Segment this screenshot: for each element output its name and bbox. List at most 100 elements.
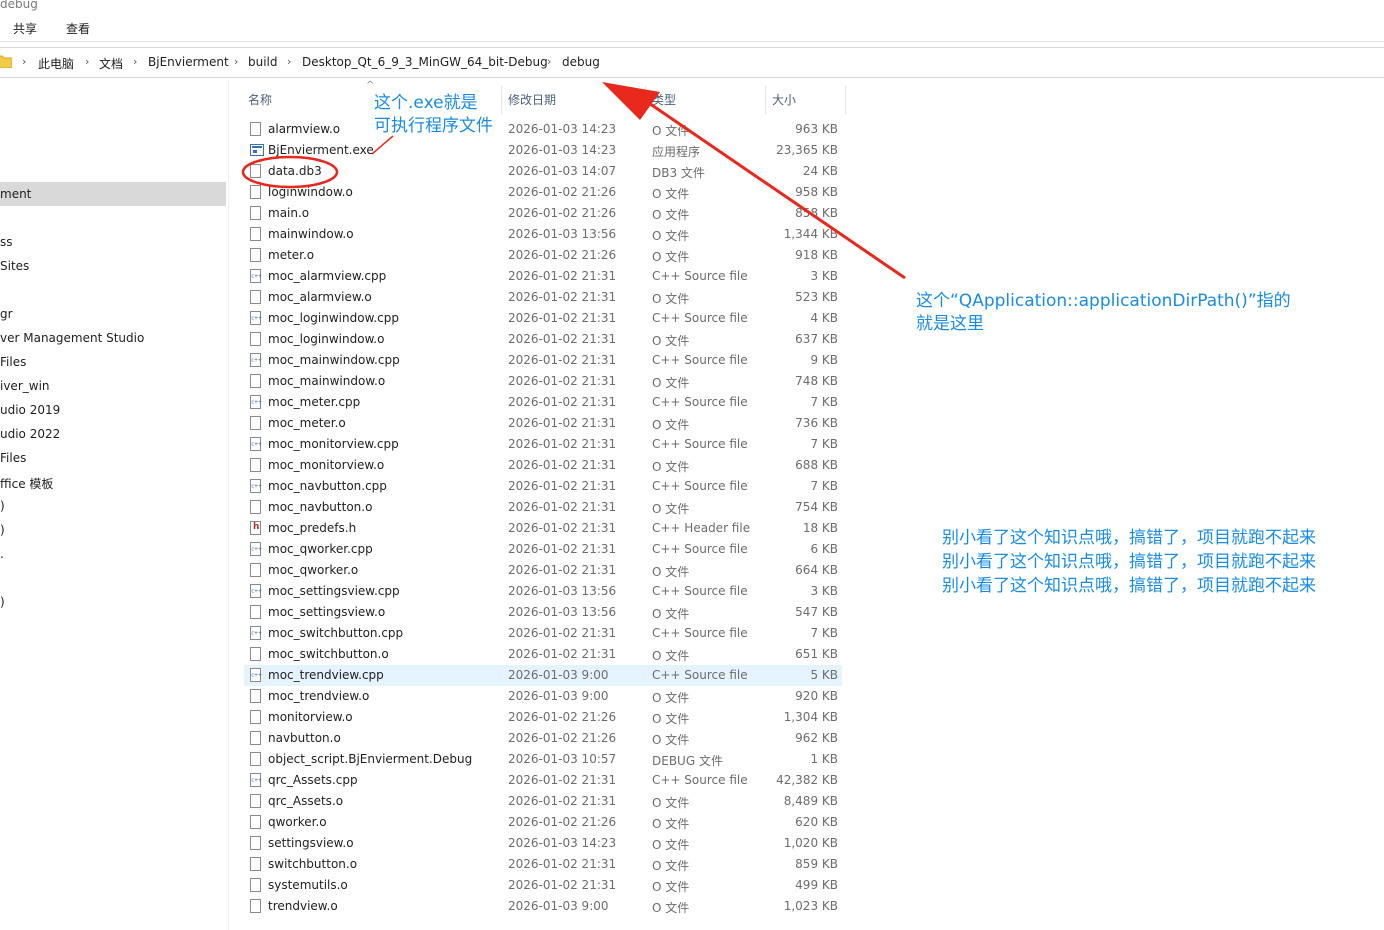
file-type: O 文件 (652, 292, 690, 306)
nav-item[interactable]: ss (0, 235, 13, 249)
file-row[interactable]: moc_switchbutton.cpp 2026-01-02 21:31 C++ … (244, 623, 842, 644)
file-row[interactable]: alarmview.o 2026-01-03 14:23 O 文件 963 KB (244, 119, 842, 140)
tab-share[interactable]: 共享 (13, 20, 37, 37)
file-name: data.db3 (268, 164, 322, 178)
file-date: 2026-01-02 21:31 (508, 416, 617, 430)
file-row[interactable]: moc_qworker.cpp 2026-01-02 21:31 C++ Sourc… (244, 539, 842, 560)
file-icon (250, 878, 261, 892)
file-row[interactable]: qrc_Assets.cpp 2026-01-02 21:31 C++ Source… (244, 770, 842, 791)
file-row[interactable]: moc_alarmview.o 2026-01-02 21:31 O 文件 523 K… (244, 287, 842, 308)
nav-item[interactable]: udio 2022 (0, 427, 60, 441)
breadcrumb-build-dir[interactable]: Desktop_Qt_6_9_3_MinGW_64_bit-Debug (302, 55, 548, 69)
breadcrumb-build[interactable]: build (248, 55, 278, 69)
file-row[interactable]: qrc_Assets.o 2026-01-02 21:31 O 文件 8,489 KB (244, 791, 842, 812)
nav-item[interactable]: . (0, 547, 4, 561)
file-name: trendview.o (268, 899, 338, 913)
file-row[interactable]: moc_monitorview.cpp 2026-01-02 21:31 C++ S… (244, 434, 842, 455)
file-size: 1,023 KB (783, 899, 838, 913)
tab-view[interactable]: 查看 (66, 20, 90, 37)
nav-item[interactable]: iver_win (0, 379, 50, 393)
file-row[interactable]: moc_meter.o 2026-01-02 21:31 O 文件 736 KB (244, 413, 842, 434)
file-row[interactable]: navbutton.o 2026-01-02 21:26 O 文件 962 KB (244, 728, 842, 749)
file-row[interactable]: moc_settingsview.o 2026-01-03 13:56 O 文件 54… (244, 602, 842, 623)
breadcrumb-project[interactable]: BjEnvierment (148, 55, 229, 69)
file-type: O 文件 (652, 859, 690, 873)
file-size: 620 KB (795, 815, 838, 829)
nav-item[interactable]: gr (0, 307, 13, 321)
file-row[interactable]: moc_trendview.cpp 2026-01-03 9:00 C++ Sour… (244, 665, 842, 686)
file-name: moc_navbutton.cpp (268, 479, 387, 493)
file-row[interactable]: switchbutton.o 2026-01-02 21:31 O 文件 859 KB (244, 854, 842, 875)
nav-item[interactable]: Files (0, 451, 26, 465)
file-size: 23,365 KB (776, 143, 838, 157)
file-name: navbutton.o (268, 731, 341, 745)
file-row[interactable]: settingsview.o 2026-01-03 14:23 O 文件 1,020 … (244, 833, 842, 854)
file-row[interactable]: moc_predefs.h 2026-01-02 21:31 C++ Header … (244, 518, 842, 539)
file-date: 2026-01-02 21:31 (508, 626, 617, 640)
file-icon (250, 185, 261, 199)
column-divider[interactable] (845, 86, 846, 114)
breadcrumb-documents[interactable]: 文档 (99, 55, 123, 72)
file-size: 962 KB (795, 731, 838, 745)
column-divider[interactable] (501, 86, 502, 114)
breadcrumb-debug[interactable]: debug (562, 55, 600, 69)
nav-item[interactable]: ver Management Studio (0, 331, 144, 345)
file-row[interactable]: BjEnvierment.exe 2026-01-03 14:23 应用程序 23,3… (244, 140, 842, 161)
file-row[interactable]: moc_qworker.o 2026-01-02 21:31 O 文件 664 KB (244, 560, 842, 581)
file-size: 547 KB (795, 605, 838, 619)
file-icon (250, 605, 261, 619)
file-row[interactable]: moc_settingsview.cpp 2026-01-03 13:56 C++ … (244, 581, 842, 602)
file-date: 2026-01-02 21:31 (508, 353, 617, 367)
nav-item[interactable]: Files (0, 355, 26, 369)
column-divider[interactable] (765, 86, 766, 114)
nav-item[interactable]: ) (0, 499, 5, 513)
file-row[interactable]: loginwindow.o 2026-01-02 21:26 O 文件 958 KB (244, 182, 842, 203)
file-row[interactable]: moc_trendview.o 2026-01-03 9:00 O 文件 920 KB (244, 686, 842, 707)
file-row[interactable]: moc_loginwindow.cpp 2026-01-02 21:31 C++ S… (244, 308, 842, 329)
file-type: O 文件 (652, 733, 690, 747)
column-header-size[interactable]: 大小 (772, 86, 796, 114)
file-date: 2026-01-02 21:31 (508, 458, 617, 472)
file-row[interactable]: meter.o 2026-01-02 21:26 O 文件 918 KB (244, 245, 842, 266)
file-row[interactable]: moc_meter.cpp 2026-01-02 21:31 C++ Source … (244, 392, 842, 413)
file-row[interactable]: main.o 2026-01-02 21:26 O 文件 858 KB (244, 203, 842, 224)
file-date: 2026-01-02 21:26 (508, 710, 617, 724)
nav-item[interactable]: ffice 模板 (0, 475, 53, 492)
nav-item[interactable]: Sites (0, 259, 29, 273)
file-name: moc_mainwindow.o (268, 374, 386, 388)
file-size: 736 KB (795, 416, 838, 430)
file-size: 18 KB (802, 521, 838, 535)
file-row[interactable]: qworker.o 2026-01-02 21:26 O 文件 620 KB (244, 812, 842, 833)
file-row[interactable]: object_script.BjEnvierment.Debug 2026-01-… (244, 749, 842, 770)
file-name: object_script.BjEnvierment.Debug (268, 752, 473, 766)
file-size: 859 KB (795, 857, 838, 871)
file-row[interactable]: mainwindow.o 2026-01-03 13:56 O 文件 1,344 KB (244, 224, 842, 245)
file-row[interactable]: moc_switchbutton.o 2026-01-02 21:31 O 文件 65… (244, 644, 842, 665)
file-row[interactable]: systemutils.o 2026-01-02 21:31 O 文件 499 KB (244, 875, 842, 896)
file-icon (250, 332, 261, 346)
file-row[interactable]: trendview.o 2026-01-03 9:00 O 文件 1,023 KB (244, 896, 842, 917)
file-row[interactable]: moc_mainwindow.cpp 2026-01-02 21:31 C++ So… (244, 350, 842, 371)
file-size: 9 KB (810, 353, 838, 367)
file-size: 3 KB (810, 584, 838, 598)
address-bar[interactable]: › 此电脑 › 文档 › BjEnvierment › build › Desk… (0, 47, 1384, 78)
file-row[interactable]: moc_mainwindow.o 2026-01-02 21:31 O 文件 748 … (244, 371, 842, 392)
file-row[interactable]: moc_loginwindow.o 2026-01-02 21:31 O 文件 637… (244, 329, 842, 350)
file-row[interactable]: monitorview.o 2026-01-02 21:26 O 文件 1,304 K… (244, 707, 842, 728)
nav-item[interactable]: udio 2019 (0, 403, 60, 417)
nav-item[interactable]: ) (0, 523, 5, 537)
column-divider[interactable] (645, 86, 646, 114)
nav-item[interactable]: ) (0, 595, 5, 609)
file-icon (250, 563, 261, 577)
file-row[interactable]: moc_navbutton.o 2026-01-02 21:31 O 文件 754 K… (244, 497, 842, 518)
column-header-name[interactable]: 名称 (248, 86, 272, 114)
nav-item-selected[interactable]: ment (0, 182, 226, 206)
column-header-type[interactable]: 类型 (652, 86, 676, 114)
breadcrumb-this-pc[interactable]: 此电脑 (38, 55, 74, 72)
column-header-date[interactable]: 修改日期 (508, 86, 556, 114)
file-row[interactable]: moc_navbutton.cpp 2026-01-02 21:31 C++ Sou… (244, 476, 842, 497)
file-row[interactable]: data.db3 2026-01-03 14:07 DB3 文件 24 KB (244, 161, 842, 182)
file-row[interactable]: moc_monitorview.o 2026-01-02 21:31 O 文件 688… (244, 455, 842, 476)
file-row[interactable]: moc_alarmview.cpp 2026-01-02 21:31 C++ Sou… (244, 266, 842, 287)
file-icon (250, 857, 261, 871)
